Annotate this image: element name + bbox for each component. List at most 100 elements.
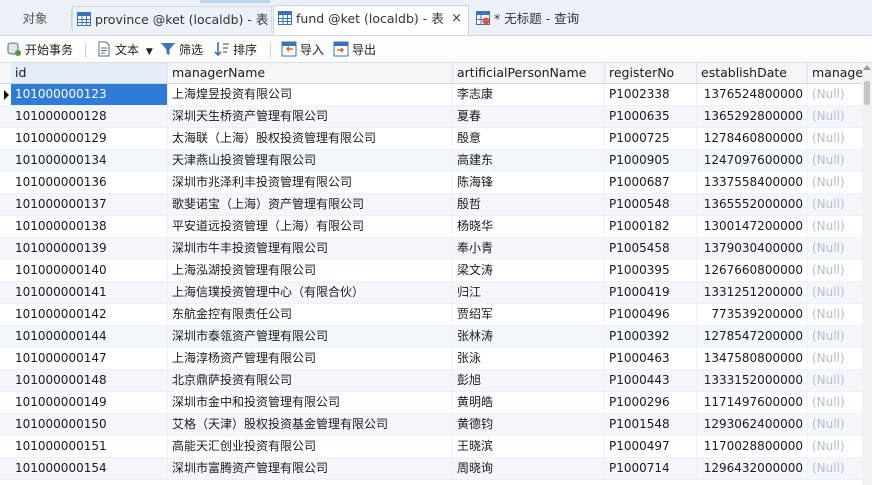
- data-grid[interactable]: id managerName artificialPersonName regi…: [0, 63, 862, 485]
- table-row[interactable]: 101000000138 平安道远投资管理（上海）有限公司 杨晓华 P1000182 1…: [0, 216, 862, 238]
- cell-establish-date[interactable]: 1365552000000: [697, 194, 808, 215]
- cell-manager-name[interactable]: 上海淳杨资产管理有限公司: [168, 348, 453, 369]
- cell-register-no[interactable]: P1000496: [605, 304, 697, 325]
- cell-register-no[interactable]: P1000296: [605, 392, 697, 413]
- cell-null-value[interactable]: (Null): [808, 326, 862, 347]
- cell-id[interactable]: 101000000123: [11, 84, 168, 105]
- column-header-establishdate[interactable]: establishDate: [697, 63, 808, 83]
- cell-register-no[interactable]: P1000395: [605, 260, 697, 281]
- cell-manager-name[interactable]: 天津燕山投资管理有限公司: [168, 150, 453, 171]
- cell-null-value[interactable]: (Null): [808, 128, 862, 149]
- cell-id[interactable]: 101000000142: [11, 304, 168, 325]
- cell-establish-date[interactable]: 1365292800000: [697, 106, 808, 127]
- cell-null-value[interactable]: (Null): [808, 348, 862, 369]
- cell-establish-date[interactable]: 1170028800000: [697, 436, 808, 457]
- cell-id[interactable]: 101000000134: [11, 150, 168, 171]
- cell-artificial-person-name[interactable]: 黄明皓: [453, 392, 605, 413]
- cell-null-value[interactable]: (Null): [808, 458, 862, 479]
- cell-null-value[interactable]: (Null): [808, 238, 862, 259]
- table-row[interactable]: 101000000137 歌斐诺宝（上海）资产管理有限公司 殷哲 P1000548 13…: [0, 194, 862, 216]
- cell-register-no[interactable]: P1000905: [605, 150, 697, 171]
- tab-fund-table[interactable]: fund @ket (localdb) - 表 ×: [273, 5, 469, 35]
- cell-register-no[interactable]: P1000392: [605, 326, 697, 347]
- cell-establish-date[interactable]: 1300147200000: [697, 216, 808, 237]
- cell-artificial-person-name[interactable]: 王晓滨: [453, 436, 605, 457]
- cell-null-value[interactable]: (Null): [808, 414, 862, 435]
- cell-id[interactable]: 101000000150: [11, 414, 168, 435]
- table-row[interactable]: 101000000141 上海信璞投资管理中心（有限合伙） 归江 P1000419 13…: [0, 282, 862, 304]
- cell-id[interactable]: 101000000138: [11, 216, 168, 237]
- cell-manager-name[interactable]: 高能天汇创业投资有限公司: [168, 436, 453, 457]
- table-row[interactable]: 101000000147 上海淳杨资产管理有限公司 张泳 P1000463 134758…: [0, 348, 862, 370]
- cell-null-value[interactable]: (Null): [808, 150, 862, 171]
- cell-null-value[interactable]: (Null): [808, 260, 862, 281]
- column-header-registerno[interactable]: registerNo: [605, 63, 697, 83]
- table-row[interactable]: 101000000144 深圳市泰瓴资产管理有限公司 张林涛 P1000392 1278…: [0, 326, 862, 348]
- cell-id[interactable]: 101000000129: [11, 128, 168, 149]
- table-row[interactable]: 101000000123 上海煌昱投资有限公司 李志康 P1002338 1376524…: [0, 84, 862, 106]
- cell-establish-date[interactable]: 1337558400000: [697, 172, 808, 193]
- vertical-scrollbar[interactable]: [862, 63, 872, 485]
- cell-id[interactable]: 101000000154: [11, 458, 168, 479]
- cell-artificial-person-name[interactable]: 梁文涛: [453, 260, 605, 281]
- cell-register-no[interactable]: P1000443: [605, 370, 697, 391]
- cell-establish-date[interactable]: 773539200000: [697, 304, 808, 325]
- cell-manager-name[interactable]: 深圳市金中和投资管理有限公司: [168, 392, 453, 413]
- cell-register-no[interactable]: P1000714: [605, 458, 697, 479]
- table-row[interactable]: 101000000154 深圳市富腾资产管理有限公司 周晓询 P1000714 1296…: [0, 458, 862, 480]
- cell-artificial-person-name[interactable]: 杨晓华: [453, 216, 605, 237]
- cell-artificial-person-name[interactable]: 殷意: [453, 128, 605, 149]
- cell-manager-name[interactable]: 平安道远投资管理（上海）有限公司: [168, 216, 453, 237]
- cell-manager-name[interactable]: 歌斐诺宝（上海）资产管理有限公司: [168, 194, 453, 215]
- cell-manager-name[interactable]: 上海煌昱投资有限公司: [168, 84, 453, 105]
- cell-manager-name[interactable]: 深圳市兆泽利丰投资管理有限公司: [168, 172, 453, 193]
- cell-artificial-person-name[interactable]: 归江: [453, 282, 605, 303]
- cell-artificial-person-name[interactable]: 高建东: [453, 150, 605, 171]
- cell-id[interactable]: 101000000147: [11, 348, 168, 369]
- cell-null-value[interactable]: (Null): [808, 392, 862, 413]
- cell-id[interactable]: 101000000136: [11, 172, 168, 193]
- table-row[interactable]: 101000000129 太海联（上海）股权投资管理有限公司 殷意 P1000725 1…: [0, 128, 862, 150]
- cell-id[interactable]: 101000000140: [11, 260, 168, 281]
- cell-null-value[interactable]: (Null): [808, 304, 862, 325]
- begin-transaction-button[interactable]: 开始事务: [6, 40, 73, 60]
- cell-register-no[interactable]: P1005458: [605, 238, 697, 259]
- scroll-up-arrow-icon[interactable]: [863, 65, 871, 70]
- column-header-manager-extra[interactable]: managerT: [808, 63, 862, 83]
- cell-manager-name[interactable]: 太海联（上海）股权投资管理有限公司: [168, 128, 453, 149]
- cell-register-no[interactable]: P1001548: [605, 414, 697, 435]
- cell-establish-date[interactable]: 1331251200000: [697, 282, 808, 303]
- cell-manager-name[interactable]: 深圳市泰瓴资产管理有限公司: [168, 326, 453, 347]
- table-row[interactable]: 101000000151 高能天汇创业投资有限公司 王晓滨 P1000497 11700…: [0, 436, 862, 458]
- scrollbar-thumb[interactable]: [864, 81, 870, 105]
- cell-artificial-person-name[interactable]: 黄德钧: [453, 414, 605, 435]
- cell-manager-name[interactable]: 上海信璞投资管理中心（有限合伙）: [168, 282, 453, 303]
- cell-establish-date[interactable]: 1247097600000: [697, 150, 808, 171]
- cell-establish-date[interactable]: 1379030400000: [697, 238, 808, 259]
- cell-null-value[interactable]: (Null): [808, 106, 862, 127]
- cell-artificial-person-name[interactable]: 奉小青: [453, 238, 605, 259]
- cell-id[interactable]: 101000000151: [11, 436, 168, 457]
- cell-null-value[interactable]: (Null): [808, 370, 862, 391]
- tab-province-table[interactable]: province @ket (localdb) - 表: [72, 6, 272, 32]
- cell-register-no[interactable]: P1000463: [605, 348, 697, 369]
- cell-id[interactable]: 101000000137: [11, 194, 168, 215]
- cell-register-no[interactable]: P1000725: [605, 128, 697, 149]
- cell-register-no[interactable]: P1000497: [605, 436, 697, 457]
- cell-register-no[interactable]: P1000182: [605, 216, 697, 237]
- column-header-artificialpersonname[interactable]: artificialPersonName: [453, 63, 605, 83]
- cell-id[interactable]: 101000000139: [11, 238, 168, 259]
- tab-objects[interactable]: 对象: [0, 6, 70, 32]
- filter-button[interactable]: 筛选: [160, 40, 203, 60]
- text-button[interactable]: 文本 ▼: [96, 40, 153, 60]
- cell-establish-date[interactable]: 1293062400000: [697, 414, 808, 435]
- table-row[interactable]: 101000000149 深圳市金中和投资管理有限公司 黄明皓 P1000296 117…: [0, 392, 862, 414]
- cell-manager-name[interactable]: 艾格（天津）股权投资基金管理有限公司: [168, 414, 453, 435]
- cell-artificial-person-name[interactable]: 陈海锋: [453, 172, 605, 193]
- cell-manager-name[interactable]: 北京鼎萨投资有限公司: [168, 370, 453, 391]
- table-row[interactable]: 101000000140 上海泓湖投资管理有限公司 梁文涛 P1000395 12676…: [0, 260, 862, 282]
- cell-establish-date[interactable]: 1333152000000: [697, 370, 808, 391]
- cell-manager-name[interactable]: 深圳天生桥资产管理有限公司: [168, 106, 453, 127]
- cell-establish-date[interactable]: 1267660800000: [697, 260, 808, 281]
- cell-id[interactable]: 101000000149: [11, 392, 168, 413]
